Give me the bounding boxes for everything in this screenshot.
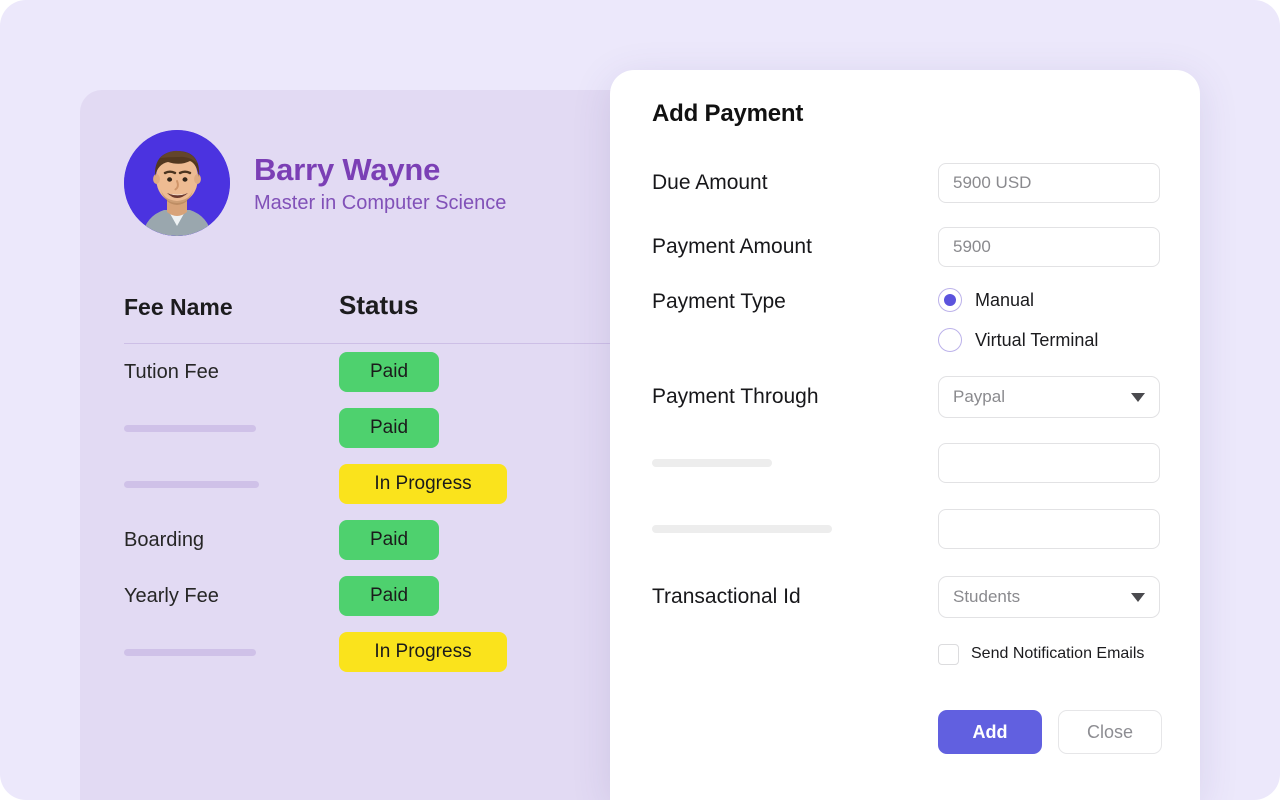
radio-label: Manual (975, 289, 1035, 310)
chevron-down-icon (1131, 392, 1145, 402)
payment-type-option-virtual-terminal[interactable]: Virtual Terminal (938, 328, 1162, 352)
transactional-id-select[interactable]: Students (938, 576, 1160, 618)
close-button[interactable]: Close (1058, 710, 1162, 754)
fee-name-cell: Yearly Fee (124, 584, 219, 607)
label-due-amount: Due Amount (652, 171, 768, 194)
skeleton-bar (124, 424, 256, 432)
form-row-placeholder-1 (648, 436, 1162, 490)
due-amount-input[interactable]: 5900 USD (938, 163, 1160, 203)
payment-type-option-manual[interactable]: Manual (938, 288, 1162, 312)
skeleton-bar (652, 459, 772, 467)
label-payment-type: Payment Type (652, 290, 786, 313)
status-badge: Paid (339, 408, 439, 448)
label-placeholder-1 (648, 459, 938, 467)
payment-amount-input[interactable]: 5900 (938, 227, 1160, 267)
add-button[interactable]: Add (938, 710, 1042, 754)
label-payment-through: Payment Through (652, 385, 819, 408)
table-row: Boarding Paid (124, 512, 640, 568)
skeleton-bar (124, 648, 256, 656)
status-badge: Paid (339, 576, 439, 616)
modal-actions: Add Close (648, 710, 1162, 754)
send-notification-emails-row[interactable]: Send Notification Emails (938, 643, 1162, 665)
placeholder-input-2[interactable] (938, 509, 1160, 549)
fee-status-cell: Paid (339, 576, 640, 616)
radio-label: Virtual Terminal (975, 329, 1099, 350)
form-row-send-notification: Send Notification Emails (648, 634, 1162, 668)
fee-status-cell: Paid (339, 520, 640, 560)
skeleton-bar (124, 480, 259, 488)
skeleton-bar (652, 525, 832, 533)
radio-button[interactable] (938, 328, 962, 352)
label-payment-amount: Payment Amount (652, 235, 812, 258)
fee-status-cell: In Progress (339, 464, 640, 504)
fee-status-cell: In Progress (339, 632, 640, 672)
form-row-due-amount: Due Amount 5900 USD (648, 156, 1162, 210)
avatar (124, 130, 230, 236)
table-row: In Progress (124, 624, 640, 680)
chevron-down-icon (1131, 592, 1145, 602)
fee-table-body: Tution Fee Paid Paid In Progress Boarding Pai… (124, 344, 640, 680)
fee-table-header: Fee Name Status (124, 290, 640, 344)
add-payment-modal: Add Payment Due Amount 5900 USD Payment … (610, 70, 1200, 800)
form-row-payment-through: Payment Through Paypal (648, 370, 1162, 424)
student-program: Master in Computer Science (254, 191, 507, 214)
fee-name-cell (124, 424, 339, 432)
payment-type-radio-group: Manual Virtual Terminal (938, 288, 1162, 352)
fee-status-cell: Paid (339, 408, 640, 448)
form-row-payment-amount: Payment Amount 5900 (648, 220, 1162, 274)
column-header-status: Status (339, 290, 419, 320)
app-background: Barry Wayne Master in Computer Science F… (0, 0, 1280, 800)
student-profile-header: Barry Wayne Master in Computer Science (80, 90, 640, 236)
fee-status-cell: Paid (339, 352, 640, 392)
transactional-id-value: Students (953, 587, 1021, 606)
form-row-transactional-id: Transactional Id Students (648, 570, 1162, 624)
student-name: Barry Wayne (254, 151, 441, 187)
payment-form: Due Amount 5900 USD Payment Amount 5900 … (648, 156, 1162, 754)
payment-through-select[interactable]: Paypal (938, 376, 1160, 418)
modal-title: Add Payment (652, 100, 804, 127)
fee-name-cell: Boarding (124, 528, 205, 551)
radio-button[interactable] (938, 288, 962, 312)
table-row: Tution Fee Paid (124, 344, 640, 400)
send-notification-emails-checkbox[interactable] (938, 643, 959, 665)
table-row: Yearly Fee Paid (124, 568, 640, 624)
status-badge: In Progress (339, 464, 507, 504)
form-row-placeholder-2 (648, 502, 1162, 556)
fee-name-cell (124, 480, 339, 488)
status-badge: Paid (339, 520, 439, 560)
fee-name-cell: Tution Fee (124, 360, 219, 383)
payment-through-value: Paypal (953, 387, 1005, 406)
table-row: Paid (124, 400, 640, 456)
status-badge: In Progress (339, 632, 507, 672)
fee-name-cell (124, 648, 339, 656)
student-fee-card: Barry Wayne Master in Computer Science F… (80, 90, 640, 800)
label-transactional-id: Transactional Id (652, 585, 801, 608)
placeholder-input-1[interactable] (938, 443, 1160, 483)
student-identity: Barry Wayne Master in Computer Science (254, 152, 506, 215)
send-notification-emails-label: Send Notification Emails (971, 645, 1145, 662)
label-placeholder-2 (648, 525, 938, 533)
table-row: In Progress (124, 456, 640, 512)
form-row-payment-type: Payment Type Manual Virtual Terminal (648, 288, 1162, 352)
column-header-fee-name: Fee Name (124, 294, 233, 320)
status-badge: Paid (339, 352, 439, 392)
fee-table: Fee Name Status Tution Fee Paid Paid In Pro… (80, 290, 640, 680)
